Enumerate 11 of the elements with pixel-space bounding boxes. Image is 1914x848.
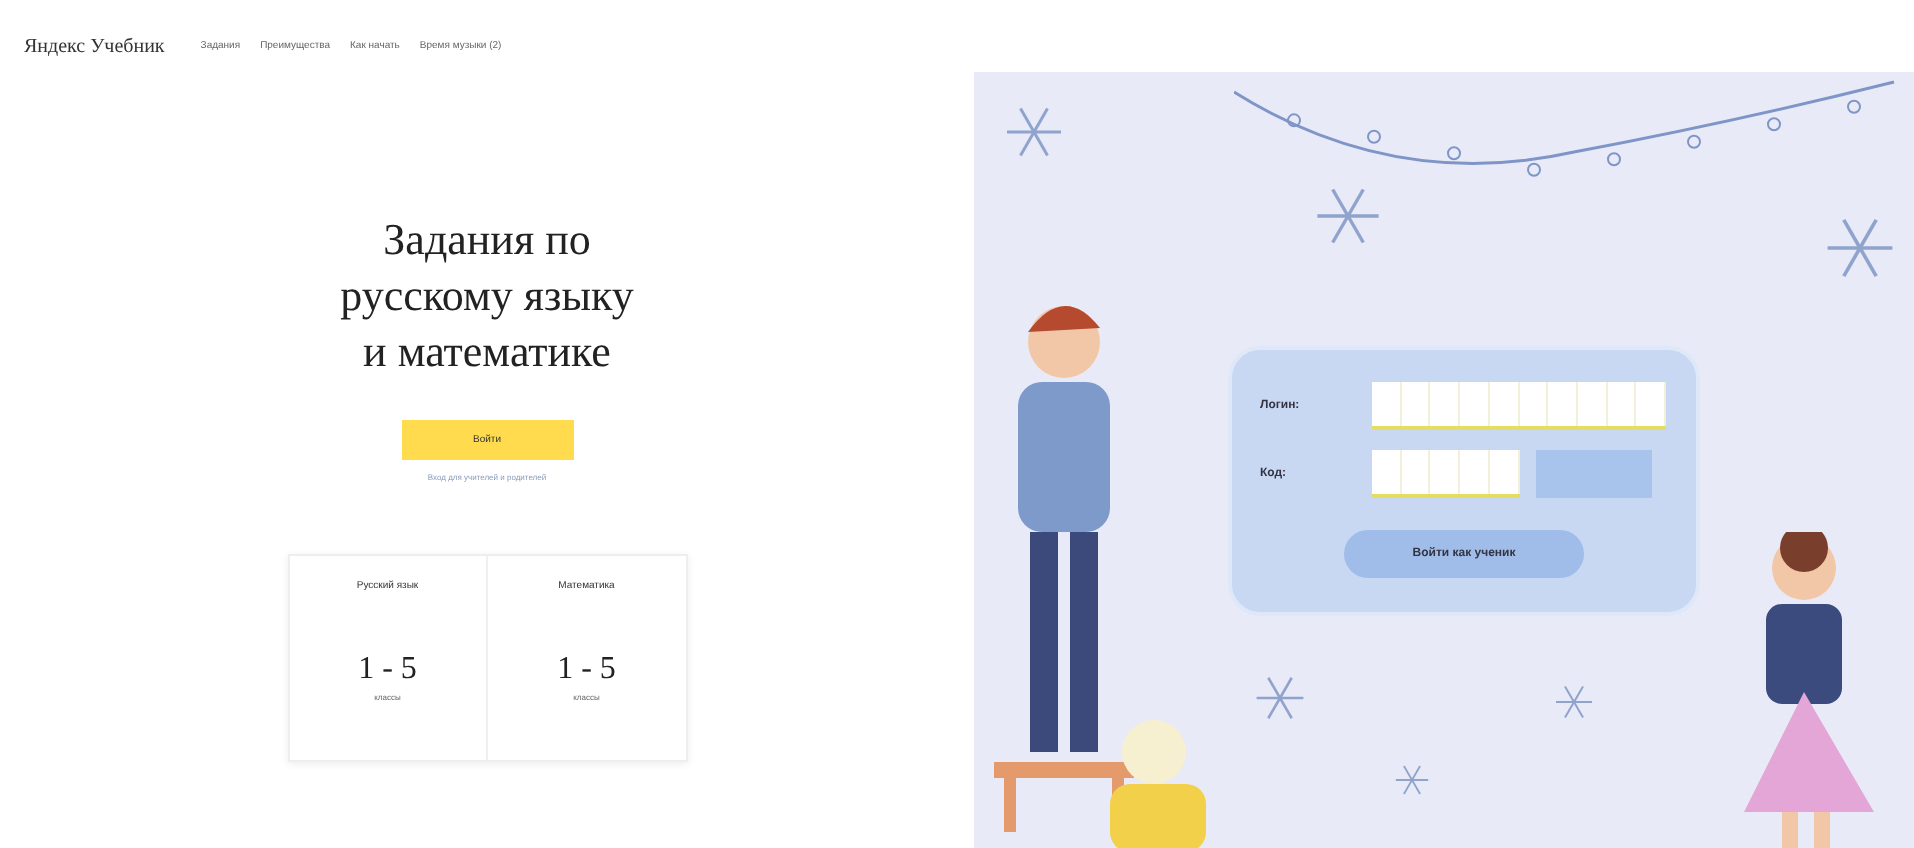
- grade-range: 1 - 5: [557, 652, 616, 688]
- grade-range: 1 - 5: [358, 652, 417, 688]
- snowflake-icon: [1394, 762, 1430, 798]
- snowflake-icon: [1554, 682, 1594, 722]
- field-extension: [1535, 449, 1651, 497]
- snowflake-icon: [1004, 102, 1064, 162]
- logo[interactable]: Яндекс Учебник: [24, 35, 165, 57]
- code-input-field[interactable]: [1372, 449, 1519, 497]
- code-input-field[interactable]: [1372, 381, 1666, 429]
- hero-title: Задания по русскому языку и математике: [338, 212, 636, 380]
- snowflake-icon: [1254, 672, 1306, 724]
